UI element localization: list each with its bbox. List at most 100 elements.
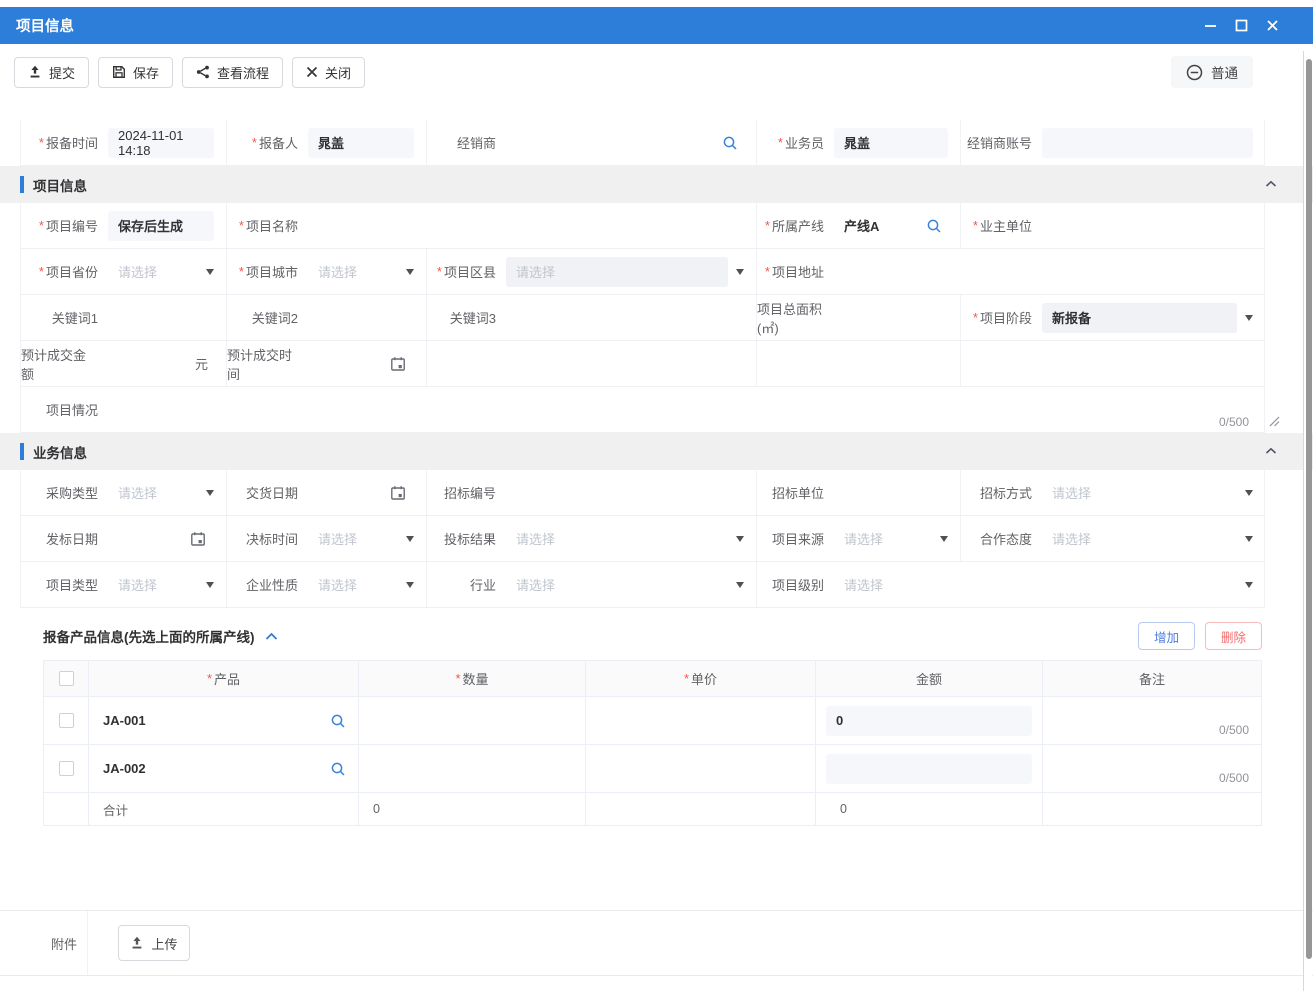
stage-select[interactable]: 新报备 [1042,303,1253,333]
vertical-scrollbar[interactable] [1303,51,1312,991]
address-label: 项目地址 [756,249,834,294]
owner-unit-field[interactable] [1042,211,1253,241]
expected-amount-field[interactable]: 元 [108,349,214,379]
search-icon[interactable] [722,135,738,151]
priority-mode-button[interactable]: 普通 [1171,56,1253,88]
expected-time-label: 预计成交时间 [226,341,308,386]
product-line-label: 所属产线 [756,203,834,248]
city-select[interactable]: 请选择 [308,257,414,287]
upload-icon [28,65,42,79]
section-title: 项目信息 [33,175,87,195]
district-select[interactable]: 请选择 [506,257,744,287]
maximize-icon[interactable] [1235,19,1248,32]
owner-unit-label: 业主单位 [960,203,1042,248]
cooperation-select[interactable]: 请选择 [1042,524,1253,554]
bid-unit-field[interactable] [834,478,948,508]
dealer-field[interactable] [506,128,744,158]
amount-field: 0 [826,706,1032,736]
qty-field[interactable] [359,697,586,745]
scrollbar-thumb[interactable] [1306,59,1312,959]
enterprise-nature-select[interactable]: 请选择 [308,570,414,600]
project-type-select[interactable]: 请选择 [108,570,214,600]
issue-date-label: 发标日期 [20,516,108,561]
collapse-chevron-icon[interactable] [1265,180,1277,188]
bid-method-select[interactable]: 请选择 [1042,478,1253,508]
address-field[interactable] [834,257,1253,287]
close-window-button[interactable]: 关闭 [292,57,365,88]
dealer-label: 经销商 [426,120,506,165]
products-table: 产品 数量 单价 金额 备注 JA-001 0 0/500 JA-002 0/5… [43,660,1262,826]
product-field[interactable]: JA-001 [89,697,359,745]
total-amount: 0 [816,793,1043,826]
search-icon[interactable] [926,218,942,234]
delete-product-button[interactable]: 删除 [1205,622,1262,650]
attachment-label: 附件 [0,911,88,975]
save-button[interactable]: 保存 [98,57,173,88]
bid-no-field[interactable] [506,478,744,508]
product-line-field[interactable]: 产线A [834,211,948,241]
view-flow-button[interactable]: 查看流程 [182,57,283,88]
price-field[interactable] [586,697,816,745]
form-row-report: 报备时间 2024-11-01 14:18 报备人 晁盖 经销商 业务员 晁盖 … [20,120,1265,166]
share-icon [196,65,210,79]
note-field[interactable]: 0/500 [1043,697,1262,745]
resize-grip-icon[interactable] [1267,414,1280,427]
purchase-type-select[interactable]: 请选择 [108,478,214,508]
row-checkbox[interactable] [59,713,74,728]
dropdown-caret-icon [1245,315,1253,321]
search-icon[interactable] [330,713,346,729]
collapse-chevron-icon[interactable] [1265,447,1277,455]
char-counter: 0/500 [1219,415,1249,429]
qty-field[interactable] [359,745,586,793]
toolbar: 提交 保存 查看流程 关闭 普通 [0,44,1313,100]
keyword1-field[interactable] [108,303,214,333]
keyword2-field[interactable] [308,303,414,333]
issue-date-field[interactable] [108,524,214,554]
dropdown-caret-icon [206,490,214,496]
collapse-chevron-icon[interactable] [265,632,278,641]
keyword2-label: 关键词2 [226,295,308,340]
note-field[interactable]: 0/500 [1043,745,1262,793]
province-select[interactable]: 请选择 [108,257,214,287]
reporter-label: 报备人 [226,120,308,165]
close-icon[interactable] [1266,19,1279,32]
search-icon[interactable] [330,761,346,777]
empty-cell [1042,349,1253,379]
row-checkbox[interactable] [59,761,74,776]
empty-cell [506,349,744,379]
form-row-project-2: 项目省份 请选择 项目城市 请选择 项目区县 请选择 项目地址 [20,249,1265,295]
dealer-account-field[interactable] [1042,128,1253,158]
minimize-icon[interactable] [1204,19,1217,32]
dropdown-caret-icon [1245,536,1253,542]
select-all-checkbox[interactable] [59,671,74,686]
keyword1-label: 关键词1 [20,295,108,340]
upload-button[interactable]: 上传 [118,925,190,961]
delivery-date-field[interactable] [308,478,414,508]
project-source-select[interactable]: 请选择 [834,524,948,554]
dropdown-caret-icon [406,536,414,542]
submit-button[interactable]: 提交 [14,57,89,88]
calendar-icon[interactable] [390,356,406,372]
project-no-field: 保存后生成 [108,211,214,241]
price-field[interactable] [586,745,816,793]
product-field[interactable]: JA-002 [89,745,359,793]
dropdown-caret-icon [736,536,744,542]
purchase-type-label: 采购类型 [20,470,108,515]
industry-select[interactable]: 请选择 [506,570,744,600]
form-row-business-1: 采购类型 请选择 交货日期 招标编号 招标单位 招标方式 请选择 [20,470,1265,516]
col-product: 产品 [89,661,359,697]
dropdown-caret-icon [1245,582,1253,588]
district-label: 项目区县 [426,249,506,294]
bid-result-select[interactable]: 请选择 [506,524,744,554]
keyword3-field[interactable] [506,303,744,333]
project-level-select[interactable]: 请选择 [834,570,1253,600]
award-time-select[interactable]: 请选择 [308,524,414,554]
expected-time-field[interactable] [308,349,414,379]
total-area-field[interactable] [834,303,948,333]
add-product-button[interactable]: 增加 [1138,622,1195,650]
calendar-icon[interactable] [190,531,206,547]
minus-circle-icon [1186,64,1203,81]
situation-textarea[interactable]: 0/500 [108,387,1253,432]
calendar-icon[interactable] [390,485,406,501]
project-name-field[interactable] [308,211,744,241]
